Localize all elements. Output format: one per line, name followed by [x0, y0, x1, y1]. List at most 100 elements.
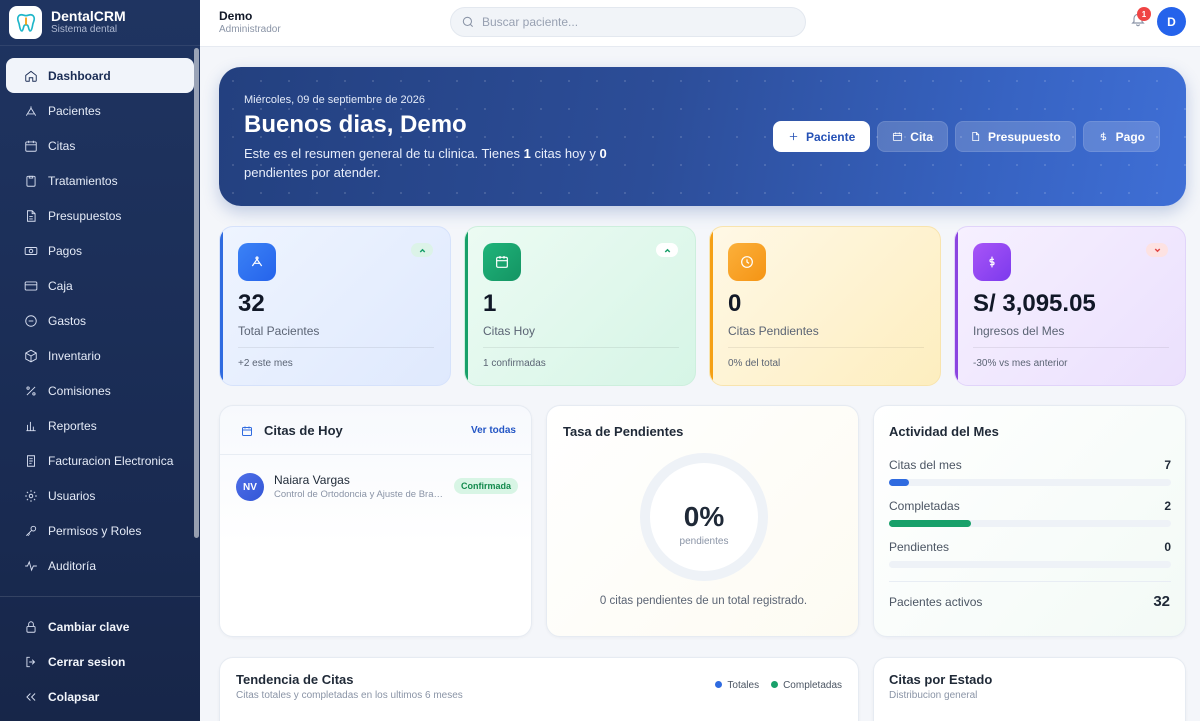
clipboard-icon — [26, 175, 36, 187]
sidebar-item-label: Tratamientos — [48, 173, 118, 188]
summary-text-part: citas hoy y — [530, 146, 600, 161]
divider — [483, 347, 679, 348]
pending-rate-label: pendientes — [679, 536, 729, 547]
sidebar-item-citas[interactable]: Citas — [6, 128, 194, 163]
button-label: Presupuesto — [987, 129, 1061, 144]
new-budget-button[interactable]: Presupuesto — [954, 121, 1076, 152]
list-item[interactable]: NV Naiara Vargas Control de Ortodoncia y… — [236, 472, 518, 502]
active-patients-value: 32 — [1153, 593, 1170, 610]
activity-value: 7 — [1164, 458, 1171, 472]
activity-label: Pendientes — [889, 540, 950, 554]
dollar-icon — [1100, 132, 1106, 141]
notification-count-badge: 1 — [1137, 7, 1151, 21]
progress-track — [889, 479, 1171, 486]
sidebar-nav: Dashboard Pacientes Citas Tratamientos P… — [0, 58, 200, 583]
progress-track — [889, 561, 1171, 568]
sidebar-item-usuarios[interactable]: Usuarios — [6, 478, 194, 513]
current-user-role: Administrador — [219, 24, 281, 35]
sidebar-item-pacientes[interactable]: Pacientes — [6, 93, 194, 128]
lock-icon — [26, 620, 36, 633]
button-label: Pago — [1115, 129, 1145, 144]
button-label: Paciente — [805, 129, 856, 144]
percent-icon — [26, 385, 36, 396]
logout-button[interactable]: Cerrar sesion — [6, 644, 194, 679]
stat-footnote: +2 este mes — [238, 358, 293, 369]
progress-fill — [889, 520, 971, 527]
stat-footnote: -30% vs mes anterior — [973, 358, 1068, 369]
welcome-banner: Miércoles, 09 de septiembre de 2026 Buen… — [219, 67, 1186, 206]
panel-title: Tasa de Pendientes — [563, 424, 684, 439]
trend-up-icon — [411, 243, 433, 257]
sidebar-item-inventario[interactable]: Inventario — [6, 338, 194, 373]
stat-label: Citas Pendientes — [728, 324, 819, 338]
calendar-icon — [25, 140, 37, 152]
box-icon — [25, 349, 37, 362]
stat-label: Citas Hoy — [483, 324, 536, 338]
change-password-button[interactable]: Cambiar clave — [6, 609, 194, 644]
stat-value: 0 — [728, 290, 742, 317]
stat-card-citas-pendientes[interactable]: 0 Citas Pendientes 0% del total — [709, 226, 941, 386]
search-input[interactable] — [482, 15, 782, 29]
sidebar-item-reportes[interactable]: Reportes — [6, 408, 194, 443]
sidebar-item-label: Reportes — [48, 418, 97, 433]
sidebar-item-comisiones[interactable]: Comisiones — [6, 373, 194, 408]
sidebar-item-dashboard[interactable]: Dashboard — [6, 58, 194, 93]
accent-bar — [220, 227, 223, 385]
stat-value: S/ 3,095.05 — [973, 290, 1096, 317]
activity-value: 2 — [1164, 499, 1171, 513]
progress-fill — [889, 479, 909, 486]
stat-card-citas-hoy[interactable]: 1 Citas Hoy 1 confirmadas — [464, 226, 696, 386]
sidebar-item-pagos[interactable]: Pagos — [6, 233, 194, 268]
sidebar-item-tratamientos[interactable]: Tratamientos — [6, 163, 194, 198]
file-icon — [972, 131, 980, 142]
user-icon — [25, 105, 37, 116]
new-patient-button[interactable]: Paciente — [772, 121, 871, 152]
panel-title: Citas de Hoy — [264, 423, 343, 438]
accent-bar — [710, 227, 713, 385]
topbar: Demo Administrador 1 D — [200, 0, 1200, 47]
divider — [889, 581, 1171, 582]
stat-label: Ingresos del Mes — [973, 324, 1065, 338]
brand-subtitle: Sistema dental — [51, 24, 118, 35]
view-all-link[interactable]: Ver todas — [471, 425, 516, 436]
divider — [728, 347, 924, 348]
sidebar-item-permisos[interactable]: Permisos y Roles — [6, 513, 194, 548]
panel-subtitle: Citas totales y completadas en los ultim… — [236, 690, 463, 701]
current-user-name: Demo — [219, 9, 253, 23]
stat-card-ingresos[interactable]: S/ 3,095.05 Ingresos del Mes -30% vs mes… — [954, 226, 1186, 386]
button-label: Cita — [910, 129, 933, 144]
sidebar-item-caja[interactable]: Caja — [6, 268, 194, 303]
sidebar-item-auditoria[interactable]: Auditoría — [6, 548, 194, 583]
sidebar-item-facturacion[interactable]: Facturacion Electronica — [6, 443, 194, 478]
sidebar-item-label: Gastos — [48, 313, 87, 328]
avatar[interactable]: D — [1157, 7, 1186, 36]
key-icon — [26, 525, 37, 536]
sidebar-item-label: Citas — [48, 138, 76, 153]
divider — [973, 347, 1169, 348]
summary-text-part: pendientes por atender. — [244, 165, 381, 180]
citas-hoy-panel: Citas de Hoy Ver todas NV Naiara Vargas … — [219, 405, 532, 637]
legend-dot — [715, 681, 723, 688]
credit-card-icon — [24, 280, 38, 291]
sidebar-item-label: Cerrar sesion — [48, 654, 126, 669]
sidebar-item-label: Pacientes — [48, 103, 101, 118]
collapse-button[interactable]: Colapsar — [6, 679, 194, 714]
plus-icon — [789, 132, 798, 141]
summary-text: Este es el resumen general de tu clinica… — [244, 144, 624, 182]
sidebar-item-label: Pagos — [48, 243, 83, 258]
active-patients-label: Pacientes activos — [889, 595, 983, 609]
sidebar-item-presupuestos[interactable]: Presupuestos — [6, 198, 194, 233]
new-appointment-button[interactable]: Cita — [877, 121, 948, 152]
citas-estado-panel: Citas por Estado Distribucion general — [873, 657, 1186, 721]
search-icon — [462, 16, 474, 28]
divider — [238, 347, 434, 348]
sidebar-item-gastos[interactable]: Gastos — [6, 303, 194, 338]
stat-label: Total Pacientes — [238, 324, 320, 338]
sidebar-scrollbar[interactable] — [194, 48, 199, 538]
current-date: Miércoles, 09 de septiembre de 2026 — [244, 94, 425, 106]
new-payment-button[interactable]: Pago — [1082, 121, 1160, 152]
activity-label: Completadas — [889, 499, 960, 513]
sidebar-item-label: Usuarios — [48, 488, 96, 503]
stat-card-pacientes[interactable]: 32 Total Pacientes +2 este mes — [219, 226, 451, 386]
citas-hoy-count: 1 — [523, 146, 531, 161]
